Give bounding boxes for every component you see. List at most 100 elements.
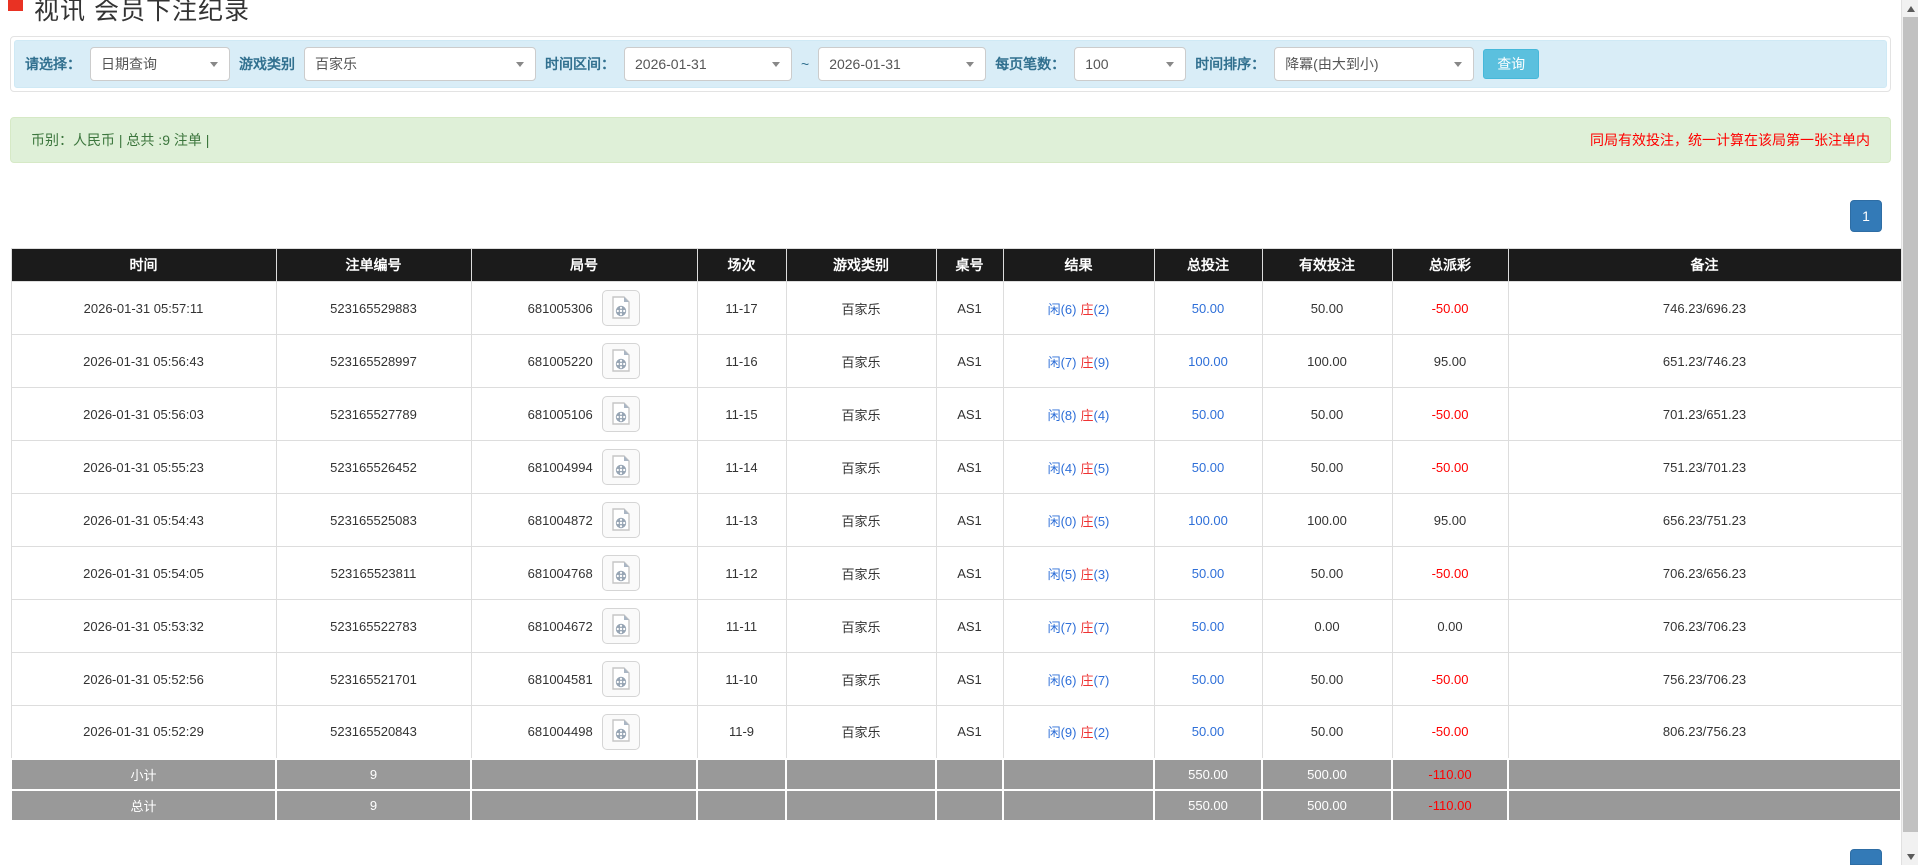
- bet-number-cell: 523165526452: [275, 440, 472, 494]
- total-bet-cell: 50.00: [1153, 387, 1263, 441]
- filter-panel: 请选择： 日期查询 游戏类别 百家乐 时间区间： 2026-01-31 ~ 20…: [10, 36, 1891, 92]
- video-file-icon[interactable]: [602, 449, 641, 485]
- page-size-label: 每页笔数：: [995, 56, 1066, 72]
- table-row: 2026-01-31 05:56:03 523165527789 6810051…: [10, 387, 1902, 441]
- video-file-icon[interactable]: [602, 608, 641, 644]
- time-range-label: 时间区间：: [545, 56, 615, 72]
- search-button[interactable]: 查询: [1483, 49, 1540, 79]
- result-player: 闲(0): [1047, 513, 1077, 529]
- pagination-page-1[interactable]: 1: [1850, 200, 1882, 232]
- result-banker-score: (4): [1093, 407, 1110, 423]
- result-cell: 闲(9) 庄(2): [1002, 705, 1155, 759]
- round-number-cell: 681004672: [470, 599, 698, 653]
- video-file-icon[interactable]: [602, 713, 641, 750]
- result-player: 闲(5): [1047, 566, 1077, 582]
- video-file-icon[interactable]: [602, 502, 641, 538]
- date-to-picker[interactable]: 2026-01-31: [818, 47, 987, 81]
- video-file-icon[interactable]: [602, 555, 641, 591]
- result-banker: 庄: [1080, 725, 1094, 741]
- scroll-down-icon[interactable]: [1902, 848, 1918, 865]
- valid-bet-cell: 50.00: [1261, 652, 1393, 706]
- scroll-up-icon[interactable]: [1902, 0, 1918, 17]
- video-file-icon[interactable]: [602, 661, 641, 697]
- time-cell: 2026-01-31 05:56:43: [10, 334, 277, 388]
- valid-bet-cell: 50.00: [1261, 387, 1393, 441]
- total-bet-cell: 50.00: [1153, 281, 1263, 335]
- video-file-icon[interactable]: [602, 343, 641, 379]
- table-row: 2026-01-31 05:53:32 523165522783 6810046…: [10, 599, 1902, 653]
- valid-bet-notice: 同局有效投注，统一计算在该局第一张注单内: [1590, 132, 1870, 148]
- round-number: 681004872: [527, 512, 593, 528]
- session-cell: 11-14: [696, 440, 787, 494]
- bet-number-cell: 523165528997: [275, 334, 472, 388]
- query-type-select[interactable]: 日期查询: [90, 47, 230, 81]
- time-cell: 2026-01-31 05:54:05: [10, 546, 277, 600]
- total-bet-cell: 50.00: [1153, 546, 1263, 600]
- chevron-down-icon: [1155, 48, 1185, 80]
- game-type-cell: 百家乐: [785, 599, 937, 653]
- page-size-value: 100: [1085, 56, 1109, 72]
- round-number: 681005306: [527, 300, 593, 316]
- result-player: 闲(7): [1047, 354, 1077, 370]
- result-player: 闲(8): [1047, 407, 1077, 423]
- col-header-table-number: 桌号: [935, 248, 1004, 282]
- result-cell: 闲(5) 庄(3): [1002, 546, 1155, 600]
- table-row: 2026-01-31 05:54:43 523165525083 6810048…: [10, 493, 1902, 547]
- summary-empty-cell: [1507, 788, 1902, 822]
- round-number: 681004498: [527, 724, 593, 740]
- game-type-cell: 百家乐: [785, 546, 937, 600]
- date-from-value: 2026-01-31: [635, 56, 707, 72]
- video-file-icon[interactable]: [602, 290, 641, 326]
- game-type-select[interactable]: 百家乐: [304, 47, 536, 81]
- summary-empty-cell: [470, 757, 698, 791]
- summary-empty-cell: [785, 788, 937, 822]
- col-header-result: 结果: [1002, 248, 1155, 282]
- valid-bet-cell: 0.00: [1261, 599, 1393, 653]
- time-cell: 2026-01-31 05:53:32: [10, 599, 277, 653]
- session-cell: 11-17: [696, 281, 787, 335]
- time-sort-select[interactable]: 降冪(由大到小): [1274, 47, 1475, 81]
- bet-number-cell: 523165521701: [275, 652, 472, 706]
- query-type-label: 请选择：: [25, 56, 81, 72]
- game-type-value: 百家乐: [315, 56, 357, 72]
- bet-number-cell: 523165529883: [275, 281, 472, 335]
- result-cell: 闲(0) 庄(5): [1002, 493, 1155, 547]
- chevron-down-icon: [505, 48, 535, 80]
- bet-number-cell: 523165523811: [275, 546, 472, 600]
- scrollbar-thumb[interactable]: [1903, 17, 1918, 832]
- scrollbar[interactable]: [1901, 0, 1918, 865]
- col-header-time: 时间: [10, 248, 277, 282]
- table-footer: 小计 9 550.00 500.00 -110.00 总计 9 550.00 5…: [10, 757, 1902, 822]
- summary-empty-cell: [696, 757, 787, 791]
- col-header-session: 场次: [696, 248, 787, 282]
- total-bet-cell: 50.00: [1153, 705, 1263, 759]
- game-type-cell: 百家乐: [785, 493, 937, 547]
- valid-bet-cell: 50.00: [1261, 705, 1393, 759]
- chevron-down-icon: [1443, 48, 1473, 80]
- payout-cell: -50.00: [1391, 705, 1509, 759]
- result-cell: 闲(7) 庄(7): [1002, 599, 1155, 653]
- summary-row: 总计 9 550.00 500.00 -110.00: [10, 788, 1902, 822]
- range-tilde: ~: [801, 56, 810, 72]
- bet-number-cell: 523165520843: [275, 705, 472, 759]
- round-number: 681005220: [527, 353, 593, 369]
- game-type-cell: 百家乐: [785, 652, 937, 706]
- page-size-select[interactable]: 100: [1074, 47, 1187, 81]
- result-banker-score: (2): [1093, 725, 1110, 741]
- date-from-picker[interactable]: 2026-01-31: [624, 47, 792, 81]
- video-file-icon[interactable]: [602, 396, 641, 432]
- col-header-valid-bet: 有效投注: [1261, 248, 1393, 282]
- summary-empty-cell: [935, 757, 1004, 791]
- summary-row: 小计 9 550.00 500.00 -110.00: [10, 757, 1902, 791]
- pagination-bottom-partial[interactable]: [1850, 849, 1882, 865]
- time-sort-label: 时间排序：: [1195, 56, 1266, 72]
- valid-bet-cell: 50.00: [1261, 440, 1393, 494]
- result-cell: 闲(6) 庄(2): [1002, 281, 1155, 335]
- table-number-cell: AS1: [935, 546, 1004, 600]
- round-number: 681004581: [527, 671, 593, 687]
- round-number-cell: 681004994: [470, 440, 698, 494]
- result-player: 闲(6): [1047, 672, 1077, 688]
- session-cell: 11-9: [696, 705, 787, 759]
- result-banker-score: (9): [1093, 354, 1110, 370]
- table-number-cell: AS1: [935, 599, 1004, 653]
